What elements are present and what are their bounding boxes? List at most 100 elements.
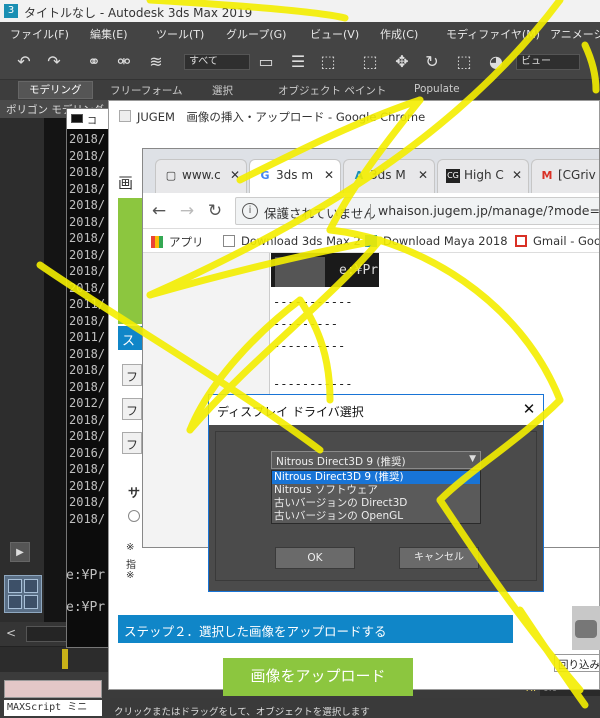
ribbon-tab-populate[interactable]: Populate bbox=[414, 83, 460, 95]
chrome-tab-strip: ▢ www.c ✕ G 3ds m ✕ A 3ds M ✕ CG High C … bbox=[143, 149, 599, 193]
menu-tools[interactable]: ツール(T) bbox=[156, 26, 204, 42]
chevron-left-icon[interactable]: < bbox=[6, 626, 16, 640]
bookmark-maya[interactable]: Download Maya 2018 bbox=[365, 234, 508, 248]
driver-option-nitrous-d3d9[interactable]: Nitrous Direct3D 9 (推奨) bbox=[272, 471, 480, 484]
tab-3ds-max[interactable]: A 3ds M ✕ bbox=[343, 159, 435, 193]
autodesk-icon bbox=[365, 235, 377, 247]
menu-edit[interactable]: 編集(E) bbox=[90, 26, 128, 42]
console-icon bbox=[71, 114, 83, 123]
console-line: 2018/ bbox=[69, 346, 106, 361]
track-bar[interactable] bbox=[0, 646, 110, 672]
chrome-toolbar: ← → ↻ i 保護されていません whaison.jugem.jp/manag… bbox=[143, 193, 599, 229]
maxscript-listener-output[interactable] bbox=[4, 680, 102, 698]
menu-file[interactable]: ファイル(F) bbox=[10, 26, 69, 42]
menu-animation[interactable]: アニメーション bbox=[550, 26, 600, 42]
driver-option-legacy-direct3d[interactable]: 古いバージョンの Direct3D bbox=[272, 497, 480, 510]
console-line: 2016/ bbox=[69, 445, 106, 460]
file-button-3[interactable]: フ bbox=[122, 432, 142, 454]
console-line: 2018/ bbox=[69, 264, 106, 278]
menu-create[interactable]: 作成(C) bbox=[380, 26, 418, 42]
display-driver-dialog[interactable]: ディスプレイ ドライバ選択 ✕ Nitrous Direct3D 9 (推奨) … bbox=[208, 394, 544, 592]
ribbon-tab-modeling[interactable]: モデリング bbox=[18, 81, 93, 99]
console-title: コ bbox=[87, 116, 97, 127]
console-line: 2018/ bbox=[69, 313, 106, 328]
file-button-1[interactable]: フ bbox=[122, 364, 142, 386]
driver-option-nitrous-software[interactable]: Nitrous ソフトウェア bbox=[272, 484, 480, 497]
reference-coordinate-dropdown[interactable]: ビュー bbox=[516, 54, 580, 70]
ok-button[interactable]: OK bbox=[275, 547, 355, 569]
chrome-upload-title-bar[interactable]: JUGEM 画像の挿入・アップロード - Google Chrome bbox=[109, 101, 599, 131]
console-line: 2018/ bbox=[69, 132, 106, 146]
forward-arrow-icon[interactable]: → bbox=[177, 201, 197, 221]
select-object-icon[interactable]: ▭ bbox=[256, 52, 276, 72]
driver-option-legacy-opengl[interactable]: 古いバージョンの OpenGL bbox=[272, 510, 480, 523]
viewport-layout-icon[interactable] bbox=[4, 575, 42, 613]
chevron-down-icon[interactable]: ▼ bbox=[469, 454, 476, 464]
inserted-image[interactable]: e:¥Pr bbox=[271, 253, 379, 287]
close-icon[interactable]: ✕ bbox=[418, 168, 428, 182]
console-line: 2018/ bbox=[69, 231, 106, 245]
unlink-icon[interactable]: ⚮ bbox=[114, 52, 134, 72]
console-line: 2018/ bbox=[69, 165, 106, 179]
close-icon[interactable]: ✕ bbox=[230, 168, 240, 182]
close-icon[interactable]: ✕ bbox=[512, 168, 522, 182]
wrap-select[interactable]: 回り込み bbox=[554, 654, 600, 672]
info-icon[interactable]: i bbox=[242, 203, 258, 219]
tab-high-cg[interactable]: CG High C ✕ bbox=[437, 159, 529, 193]
bookmark-apps[interactable]: アプリ bbox=[151, 234, 204, 250]
close-icon[interactable]: ✕ bbox=[324, 168, 334, 182]
back-arrow-icon[interactable]: ← bbox=[149, 201, 169, 221]
undo-icon[interactable]: ↶ bbox=[14, 52, 34, 72]
security-status[interactable]: 保護されていません bbox=[264, 203, 376, 222]
place-icon[interactable]: ◕ bbox=[486, 52, 506, 72]
redo-icon[interactable]: ↷ bbox=[44, 52, 64, 72]
url-text[interactable]: whaison.jugem.jp/manage/?mode= bbox=[378, 203, 599, 218]
console-line: 2018/ bbox=[69, 214, 106, 229]
console-line: 2018/ bbox=[69, 478, 106, 493]
size-radio[interactable] bbox=[128, 510, 140, 522]
rotate-icon[interactable]: ↻ bbox=[422, 52, 442, 72]
upload-image-button[interactable]: 画像をアップロード bbox=[223, 658, 413, 696]
scale-icon[interactable]: ⬚ bbox=[454, 52, 474, 72]
tab-label: 3ds m bbox=[276, 168, 314, 182]
tab-label: 3ds M bbox=[370, 168, 406, 182]
reload-icon[interactable]: ↻ bbox=[205, 201, 225, 221]
ribbon-tab-selection[interactable]: 選択 bbox=[212, 83, 233, 98]
menu-modifiers[interactable]: モディファイヤ(M) bbox=[446, 26, 540, 42]
cancel-button[interactable]: キャンセル bbox=[399, 547, 479, 569]
tab-label: www.c bbox=[182, 168, 221, 182]
link-icon[interactable]: ⚭ bbox=[84, 52, 104, 72]
play-icon[interactable]: ▶ bbox=[10, 542, 30, 562]
ribbon-tab-object-paint[interactable]: オブジェクト ペイント bbox=[278, 83, 386, 98]
maxscript-mini-listener[interactable]: MAXScript ミニ bbox=[4, 700, 102, 716]
tab-3ds-search[interactable]: G 3ds m ✕ bbox=[249, 159, 341, 193]
close-icon[interactable]: ✕ bbox=[519, 399, 539, 419]
bookmark-gmail[interactable]: Gmail - Goo bbox=[515, 234, 599, 248]
console-line: 2012/ bbox=[69, 396, 106, 410]
console-line: 2018/ bbox=[69, 511, 106, 526]
gmail-icon bbox=[515, 235, 527, 247]
bind-spacewarp-icon[interactable]: ≋ bbox=[146, 52, 166, 72]
3dsmax-app-icon: 3 bbox=[4, 4, 18, 18]
move-icon[interactable]: ✥ bbox=[392, 52, 412, 72]
rectangular-selection-icon[interactable]: ⬚ bbox=[318, 52, 338, 72]
console-line: 2018/ bbox=[69, 495, 106, 509]
address-bar[interactable]: i 保護されていません whaison.jugem.jp/manage/?mod… bbox=[235, 197, 599, 225]
window-crossing-icon[interactable]: ⬚ bbox=[360, 52, 380, 72]
max-title-bar: 3 タイトルなし - Autodesk 3ds Max 2019 bbox=[0, 0, 600, 22]
tab-label: [CGriv bbox=[558, 168, 596, 182]
image-thumbnail[interactable] bbox=[572, 606, 600, 650]
bookmark-3dsmax[interactable]: Download 3ds Max 2 bbox=[223, 234, 361, 248]
ribbon-tab-freeform[interactable]: フリーフォーム bbox=[110, 83, 183, 98]
console-line: 2018/ bbox=[69, 429, 106, 443]
dialog-title: ディスプレイ ドライバ選択 bbox=[209, 395, 543, 425]
driver-select[interactable]: Nitrous Direct3D 9 (推奨) ▼ bbox=[271, 451, 481, 469]
menu-view[interactable]: ビュー(V) bbox=[310, 26, 359, 42]
tab-cgriver[interactable]: M [CGriv bbox=[531, 159, 599, 193]
select-by-name-icon[interactable]: ☰ bbox=[288, 52, 308, 72]
selection-filter-dropdown[interactable]: すべて bbox=[184, 54, 250, 70]
menu-group[interactable]: グループ(G) bbox=[226, 26, 286, 42]
file-button-2[interactable]: フ bbox=[122, 398, 142, 420]
image-caption: e:¥Pr bbox=[339, 263, 379, 278]
tab-www[interactable]: ▢ www.c ✕ bbox=[155, 159, 247, 193]
